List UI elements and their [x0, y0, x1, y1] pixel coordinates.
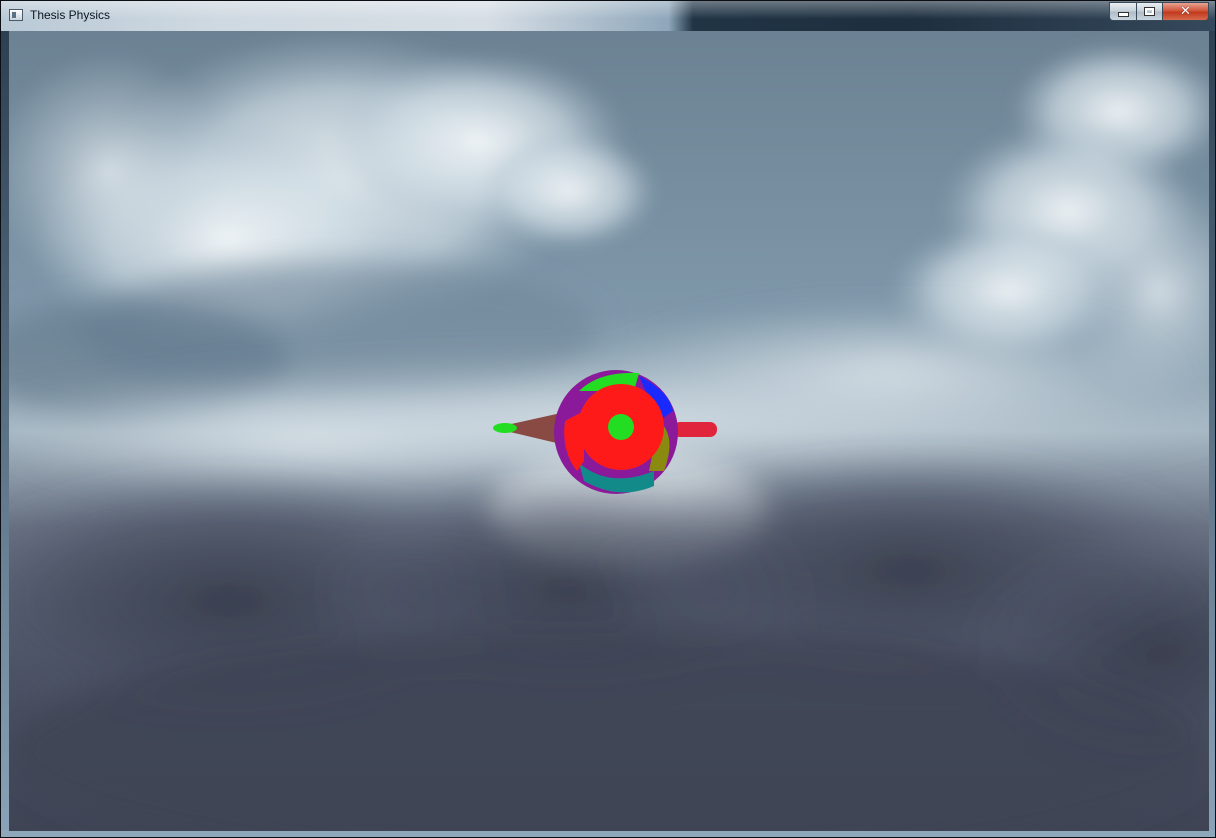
- right-rod: [673, 422, 717, 437]
- window-controls: ✕: [1109, 2, 1209, 21]
- close-button[interactable]: ✕: [1162, 2, 1209, 21]
- minimize-button[interactable]: [1109, 2, 1136, 21]
- app-window: Thesis Physics ✕: [0, 0, 1216, 838]
- title-bar-gloss: [1, 1, 1215, 31]
- window-frame-left: [1, 31, 9, 837]
- window-frame-bottom: [1, 830, 1215, 837]
- app-window-icon[interactable]: [9, 9, 23, 21]
- title-bar[interactable]: Thesis Physics ✕: [1, 1, 1215, 31]
- cloud-lower-dark: [9, 451, 1209, 831]
- close-icon: ✕: [1180, 4, 1191, 19]
- sphere-center-dot: [608, 414, 634, 440]
- render-viewport[interactable]: [9, 31, 1209, 831]
- maximize-icon: [1144, 7, 1155, 16]
- window-title: Thesis Physics: [30, 8, 111, 22]
- minimize-icon: [1117, 12, 1129, 17]
- cone-tip: [493, 423, 517, 433]
- maximize-button[interactable]: [1136, 2, 1162, 21]
- scene-canvas: [9, 31, 1209, 831]
